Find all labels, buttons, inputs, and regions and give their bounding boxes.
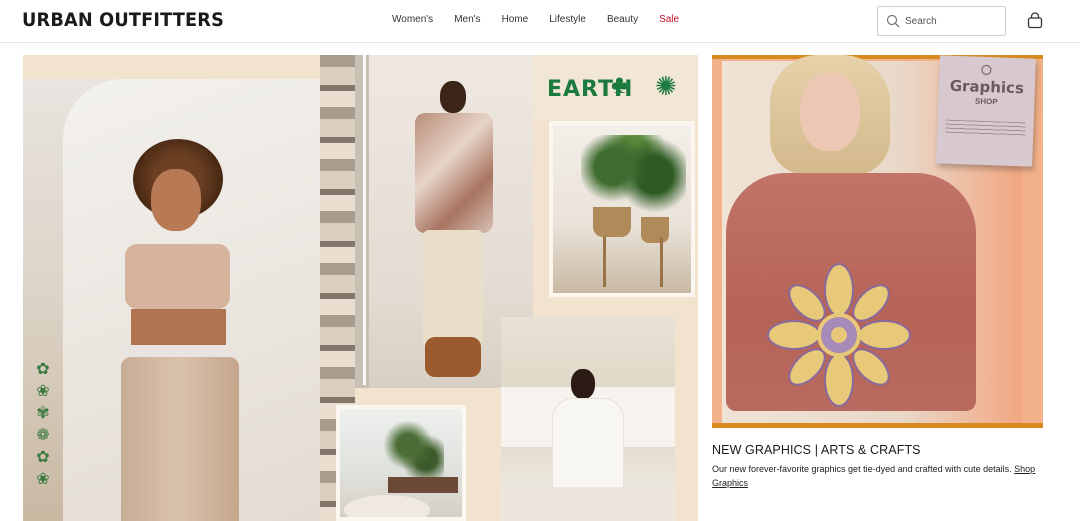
tag-fine-print [945, 119, 1026, 137]
feature-title[interactable]: NEW GRAPHICS | ARTS & CRAFTS [712, 443, 921, 457]
hero-collage-image[interactable]: ✿ ❀ ✾ ❁ ✿ ❀ EARTH ♣ ✺ [23, 55, 698, 521]
collage-photo-woman: ✿ ❀ ✾ ❁ ✿ ❀ [23, 79, 320, 521]
site-header: URBAN OUTFITTERS Women's Men's Home Life… [0, 0, 1080, 43]
feature-description: Our new forever-favorite graphics get ti… [712, 462, 1047, 490]
mushroom-icon: ♣ [611, 69, 629, 99]
leaf-icon: ✺ [655, 71, 677, 101]
search-icon [886, 14, 900, 28]
nav-item-beauty[interactable]: Beauty [607, 14, 638, 25]
search-placeholder: Search [905, 16, 937, 27]
main-nav: Women's Men's Home Lifestyle Beauty Sale [392, 14, 700, 25]
search-input[interactable]: Search [877, 6, 1006, 36]
logo[interactable]: URBAN OUTFITTERS [22, 9, 224, 31]
nav-item-lifestyle[interactable]: Lifestyle [549, 14, 586, 25]
graphics-shop-tag: Graphics SHOP [936, 55, 1036, 167]
doodle-icons: ✿ ❀ ✾ ❁ ✿ ❀ [36, 361, 50, 488]
nav-item-home[interactable]: Home [502, 14, 529, 25]
nav-item-womens[interactable]: Women's [392, 14, 433, 25]
graphics-feature-image[interactable]: Graphics SHOP [712, 55, 1043, 428]
nav-item-mens[interactable]: Men's [454, 14, 480, 25]
earth-sticker: EARTH ♣ ✺ [533, 55, 698, 120]
tag-brand: Graphics [949, 76, 1025, 98]
feature-description-text: Our new forever-favorite graphics get ti… [712, 464, 1015, 474]
mandala-graphic [767, 263, 911, 407]
collage-photo-room [336, 405, 466, 521]
tag-logo-icon [981, 64, 992, 76]
shopping-bag-icon[interactable] [1027, 12, 1043, 29]
collage-photo-bedroom [501, 317, 675, 521]
collage-photo-plants [549, 121, 695, 297]
nav-item-sale[interactable]: Sale [659, 14, 679, 25]
